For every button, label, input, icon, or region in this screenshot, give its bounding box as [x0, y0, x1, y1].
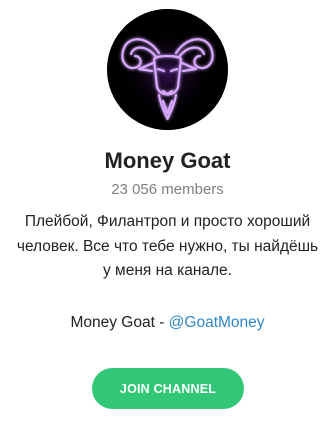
member-count: 23 056 members	[111, 181, 224, 198]
contact-handle-link[interactable]: @GoatMoney	[169, 314, 265, 331]
channel-title: Money Goat	[104, 148, 231, 173]
channel-description: Плейбой, Филантроп и просто хороший чело…	[10, 210, 325, 284]
contact-prefix: Money Goat -	[70, 314, 169, 331]
description-line: у меня на канале.	[103, 262, 232, 279]
channel-avatar	[107, 9, 228, 130]
channel-card: Money Goat 23 056 members Плейбой, Филан…	[0, 0, 335, 422]
join-channel-button[interactable]: JOIN CHANNEL	[92, 368, 244, 409]
description-line: человек. Все что тебе нужно, ты найдёшь	[16, 237, 319, 255]
description-line: Плейбой, Филантроп и просто хороший	[24, 213, 311, 230]
goat-logo-icon	[107, 9, 228, 130]
contact-line: Money Goat - @GoatMoney	[0, 311, 335, 335]
